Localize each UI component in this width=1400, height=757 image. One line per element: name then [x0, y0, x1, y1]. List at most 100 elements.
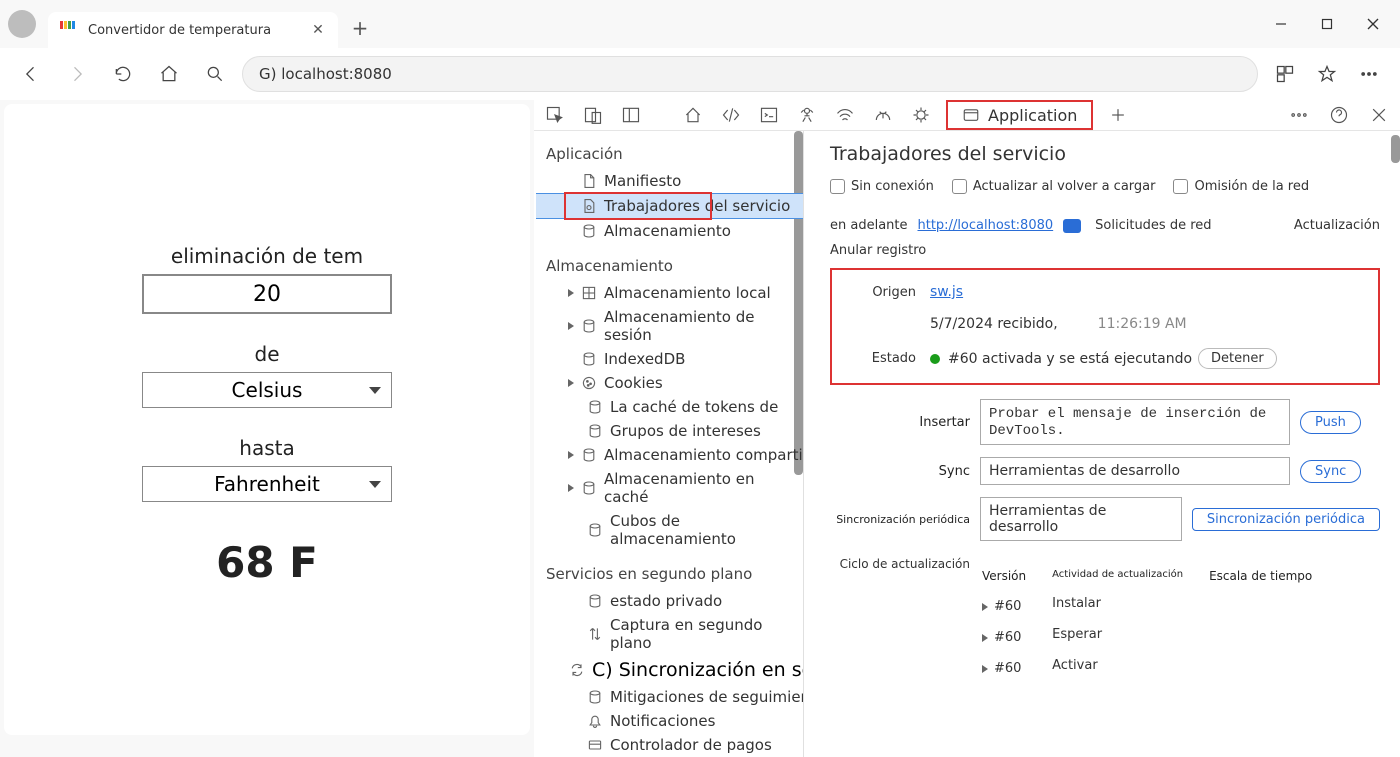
temp-input[interactable]: 20 — [142, 274, 392, 314]
panel-icon[interactable] — [618, 102, 644, 128]
update-link[interactable]: Actualización — [1294, 218, 1380, 233]
periodic-sync-input[interactable]: Herramientas de desarrollo — [980, 497, 1182, 541]
sidebar-item-interest-groups[interactable]: Grupos de intereses — [536, 419, 803, 443]
inspect-icon[interactable] — [542, 102, 568, 128]
sidebar-item-private-state[interactable]: estado privado — [536, 589, 803, 613]
offline-checkbox[interactable]: Sin conexión — [830, 179, 934, 194]
network-requests-link[interactable]: Solicitudes de red — [1095, 218, 1211, 233]
browser-tab[interactable]: Convertidor de temperatura ✕ — [48, 12, 338, 48]
sidebar-item-token-cache[interactable]: La caché de tokens de — [536, 395, 803, 419]
sidebar-item-indexeddb[interactable]: IndexedDB — [536, 347, 803, 371]
stop-button[interactable]: Detener — [1198, 348, 1277, 369]
console-icon[interactable] — [756, 102, 782, 128]
bell-icon — [586, 712, 604, 730]
bypass-network-checkbox[interactable]: Omisión de la red — [1173, 179, 1309, 194]
checkbox-label: Sin conexión — [851, 179, 934, 194]
to-label: hasta — [239, 436, 294, 460]
lifecycle-label: Ciclo de actualización — [830, 557, 970, 571]
sidebar-item-background-sync[interactable]: C) Sincronización en segundo plano — [536, 655, 803, 685]
sync-label: Sync — [830, 464, 970, 479]
version-row[interactable]: #60 — [982, 630, 1026, 645]
result-text: 68 F — [216, 538, 318, 587]
elements-icon[interactable] — [718, 102, 744, 128]
timeline-header: Escala de tiempo — [1209, 569, 1329, 583]
periodic-sync-button[interactable]: Sincronización periódica — [1192, 508, 1380, 531]
memory-icon[interactable] — [908, 102, 934, 128]
push-input[interactable]: Probar el mensaje de inserción de DevToo… — [980, 399, 1290, 445]
devtools-toolbar: Application — [534, 100, 1400, 131]
device-icon[interactable] — [580, 102, 606, 128]
sidebar-label: Almacenamiento de sesión — [604, 308, 797, 344]
url-input[interactable]: G) localhost:8080 — [242, 56, 1258, 92]
back-button[interactable] — [12, 55, 50, 93]
periodic-sync-label: Sincronización periódica — [830, 513, 970, 526]
help-icon[interactable] — [1326, 102, 1352, 128]
window-titlebar: Convertidor de temperatura ✕ + — [0, 0, 1400, 48]
favorite-button[interactable] — [1308, 55, 1346, 93]
sidebar-item-local-storage[interactable]: Almacenamiento local — [536, 281, 803, 305]
version-row[interactable]: #60 — [982, 599, 1026, 614]
to-select[interactable]: Fahrenheit — [142, 466, 392, 502]
sw-source-link[interactable]: sw.js — [930, 284, 963, 300]
application-sidebar[interactable]: Aplicación Manifiesto Trabajadores del s… — [534, 131, 804, 757]
sidebar-item-cache-storage[interactable]: Almacenamiento en caché — [536, 467, 803, 509]
panel-title: Trabajadores del servicio — [830, 143, 1380, 165]
sidebar-item-cookies[interactable]: Cookies — [536, 371, 803, 395]
more-tabs-button[interactable] — [1105, 102, 1131, 128]
sw-scope-link[interactable]: http://localhost:8080 — [918, 218, 1054, 233]
activity-header: Actividad de actualización — [1052, 569, 1183, 580]
sidebar-label: Cookies — [604, 374, 663, 392]
sources-icon[interactable] — [794, 102, 820, 128]
section-storage: Almacenamiento — [536, 243, 803, 281]
section-background-services: Servicios en segundo plano — [536, 551, 803, 589]
application-tab[interactable]: Application — [946, 100, 1093, 130]
version-row[interactable]: #60 — [982, 661, 1026, 676]
forward-button[interactable] — [58, 55, 96, 93]
db-icon — [586, 592, 604, 610]
sidebar-item-background-fetch[interactable]: Captura en segundo plano — [536, 613, 803, 655]
new-tab-button[interactable]: + — [344, 12, 376, 44]
sidebar-label: C) Sincronización en segundo plano — [592, 659, 804, 681]
performance-icon[interactable] — [870, 102, 896, 128]
close-window-button[interactable] — [1350, 4, 1396, 44]
app-page: eliminación de tem 20 de Celsius hasta F… — [4, 104, 530, 735]
sidebar-item-manifest[interactable]: Manifiesto — [536, 169, 803, 193]
sync-button[interactable]: Sync — [1300, 460, 1361, 483]
tab-title: Convertidor de temperatura — [88, 23, 300, 38]
sidebar-label: Cubos de almacenamiento — [610, 512, 797, 548]
profile-avatar[interactable] — [8, 10, 36, 38]
sidebar-label: Manifiesto — [604, 172, 681, 190]
unregister-link[interactable]: Anular registro — [830, 243, 926, 258]
from-select[interactable]: Celsius — [142, 372, 392, 408]
update-on-reload-checkbox[interactable]: Actualizar al volver a cargar — [952, 179, 1156, 194]
sidebar-item-session-storage[interactable]: Almacenamiento de sesión — [536, 305, 803, 347]
network-icon[interactable] — [832, 102, 858, 128]
minimize-button[interactable] — [1258, 4, 1304, 44]
refresh-button[interactable] — [104, 55, 142, 93]
sidebar-item-payment-handler[interactable]: Controlador de pagos — [536, 733, 803, 757]
db-icon — [586, 398, 604, 416]
welcome-icon[interactable] — [680, 102, 706, 128]
devtools-close-button[interactable] — [1366, 102, 1392, 128]
search-button[interactable] — [196, 55, 234, 93]
input-value: Herramientas de desarrollo — [989, 463, 1180, 479]
from-label: de — [255, 342, 280, 366]
sidebar-item-service-workers[interactable]: Trabajadores del servicio — [536, 193, 803, 219]
more-button[interactable] — [1350, 55, 1388, 93]
sync-icon — [568, 661, 586, 679]
sidebar-item-shared-storage[interactable]: Almacenamiento compartido — [536, 443, 803, 467]
home-button[interactable] — [150, 55, 188, 93]
sidebar-item-notifications[interactable]: Notificaciones — [536, 709, 803, 733]
close-tab-button[interactable]: ✕ — [310, 22, 326, 38]
sidebar-item-bounce-tracking[interactable]: Mitigaciones de seguimiento de rebote — [536, 685, 803, 709]
db-icon — [580, 350, 598, 368]
origin-label: Origen — [850, 285, 930, 300]
sync-input[interactable]: Herramientas de desarrollo — [980, 457, 1290, 485]
devtools-more-icon[interactable] — [1286, 102, 1312, 128]
sidebar-item-storage[interactable]: Almacenamiento — [536, 219, 803, 243]
extensions-button[interactable] — [1266, 55, 1304, 93]
sidebar-item-storage-buckets[interactable]: Cubos de almacenamiento — [536, 509, 803, 551]
maximize-button[interactable] — [1304, 4, 1350, 44]
push-button[interactable]: Push — [1300, 411, 1361, 434]
sidebar-label: Almacenamiento local — [604, 284, 771, 302]
